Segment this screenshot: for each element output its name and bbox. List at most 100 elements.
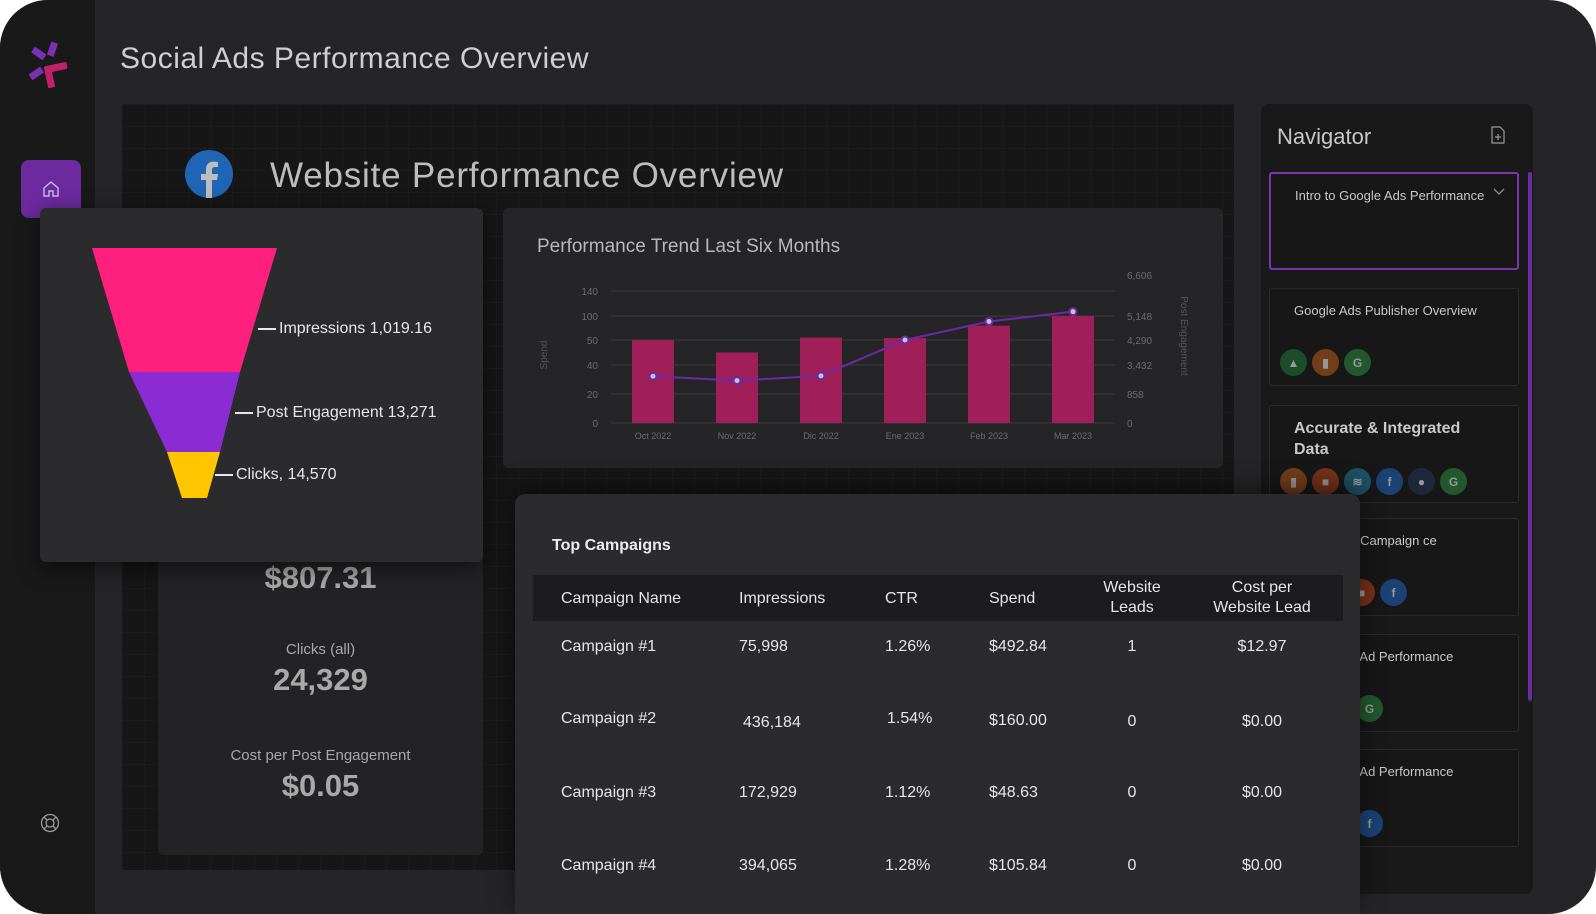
y2-tick-label: 4,290	[1127, 336, 1152, 347]
line-point[interactable]	[816, 371, 826, 381]
facebook-icon	[185, 150, 233, 198]
table-cell: 172,929	[739, 784, 797, 801]
table-cell: $160.00	[989, 712, 1047, 729]
y2-tick-label: 858	[1127, 390, 1144, 401]
column-header[interactable]: Spend	[989, 590, 1035, 608]
brand-logo-icon[interactable]	[26, 40, 76, 92]
table-cell: $12.97	[1237, 638, 1287, 655]
bar-spend[interactable]	[968, 325, 1010, 423]
performance-trend-card: Performance Trend Last Six Months 0 0 20 85…	[503, 208, 1223, 468]
kpi-label: Clicks (all)	[285, 641, 356, 658]
column-header[interactable]: Cost per Website Lead	[1213, 578, 1311, 618]
table-cell: 436,184	[743, 714, 801, 731]
table-cell: $0.00	[1241, 784, 1283, 801]
table-cell: Campaign #4	[561, 857, 657, 874]
funnel-label-impressions: Impressions 1,019.16	[258, 320, 432, 338]
table-cell: $48.63	[989, 784, 1038, 801]
table-cell: 0	[1127, 713, 1137, 730]
navigator-item-label: s Campaign ce	[1350, 533, 1437, 548]
navigator-item[interactable]: Accurate & Integrated Data ▮ ■ ≋ f ● G	[1269, 405, 1519, 503]
line-point[interactable]	[732, 376, 742, 386]
line-point[interactable]	[648, 371, 658, 381]
add-page-icon[interactable]	[1491, 126, 1505, 144]
table-cell: Campaign #3	[561, 784, 657, 801]
kpi-spend: $807.31	[158, 556, 483, 596]
source-icons: ▲ ▮ G	[1280, 349, 1371, 376]
kpi-value: 24,329	[273, 662, 368, 697]
line-point[interactable]	[984, 317, 994, 327]
column-header[interactable]: CTR	[885, 590, 918, 608]
x-tick-label: Dic 2022	[803, 431, 839, 441]
x-tick-label: Nov 2022	[718, 431, 757, 441]
table-cell: $0.00	[1241, 713, 1283, 730]
column-header[interactable]: Website Leads	[1103, 578, 1161, 618]
table-cell: Campaign #2	[561, 710, 657, 727]
google-ads-icon: ▲	[1280, 349, 1307, 376]
source-icons: f	[1356, 810, 1383, 837]
facebook-icon: f	[1380, 579, 1407, 606]
y2-axis-label: Post Engagement	[1178, 296, 1189, 376]
table-cell: 1.28%	[885, 857, 931, 874]
y2-tick-label: 5,148	[1127, 312, 1152, 323]
y-tick-label: 100	[581, 312, 598, 323]
line-point[interactable]	[1068, 307, 1078, 317]
funnel-chart-card: Impressions 1,019.16 Post Engagement 13,…	[40, 208, 483, 562]
navigator-scrollbar-thumb[interactable]	[1528, 172, 1532, 700]
table-cell: 75,998	[739, 638, 788, 655]
table-cell: Campaign #1	[561, 638, 657, 655]
kpi-clicks: Clicks (all) 24,329	[158, 641, 483, 698]
top-campaigns-card: Top Campaigns Campaign Name Impressions CT…	[515, 494, 1360, 914]
navigator-item-label: s Ad Performance	[1350, 649, 1454, 664]
facebook-icon: f	[1376, 468, 1403, 495]
navigator-item-label: s Ad Performance	[1350, 764, 1454, 779]
google-icon: G	[1356, 695, 1383, 722]
home-icon	[43, 181, 59, 197]
bar-spend[interactable]	[632, 340, 674, 423]
facebook-icon: f	[1356, 810, 1383, 837]
table-cell: 1.12%	[885, 784, 931, 801]
chevron-down-icon[interactable]	[1493, 188, 1505, 196]
y-tick-label: 50	[587, 336, 599, 347]
navigator-item-label: Intro to Google Ads Performance	[1295, 188, 1485, 203]
analytics-icon: ▮	[1280, 468, 1307, 495]
analytics-icon: ▮	[1312, 349, 1339, 376]
kpi-value: $807.31	[264, 560, 377, 595]
table-cell: 394,065	[739, 857, 797, 874]
column-header[interactable]: Impressions	[739, 590, 825, 608]
navigator-item-label: Accurate & Integrated Data	[1294, 420, 1461, 458]
table-cell: 1.26%	[885, 638, 931, 655]
bar-spend[interactable]	[716, 352, 758, 424]
lifebuoy-icon[interactable]	[40, 813, 60, 833]
performance-trend-chart: 0 0 20 858 40 3,432 50 4,290 100 5,148 140 6,606 Spe…	[539, 271, 1189, 441]
app-title: Social Ads Performance Overview	[120, 42, 590, 75]
y2-tick-label: 0	[1127, 419, 1133, 430]
navigator-item[interactable]: Google Ads Publisher Overview ▲ ▮ G	[1269, 288, 1519, 386]
line-point[interactable]	[900, 335, 910, 345]
column-header[interactable]: Campaign Name	[561, 590, 681, 608]
google-icon: G	[1344, 349, 1371, 376]
y-tick-label: 20	[587, 390, 599, 401]
kpi-card: $807.31 Clicks (all) 24,329 Cost per Pos…	[158, 520, 483, 855]
source-icons: ▮ ■ ≋ f ● G	[1280, 468, 1467, 495]
funnel-stage-clicks[interactable]	[167, 452, 220, 498]
table-cell: $0.00	[1241, 857, 1283, 874]
y2-tick-label: 3,432	[1127, 361, 1152, 372]
stack-icon: ≋	[1344, 468, 1371, 495]
bar-spend[interactable]	[884, 338, 926, 423]
page-title: Website Performance Overview	[270, 156, 784, 195]
navigator-item[interactable]: Intro to Google Ads Performance	[1269, 172, 1519, 270]
funnel-stage-impressions[interactable]	[92, 248, 277, 372]
x-tick-label: Mar 2023	[1054, 431, 1092, 441]
funnel-stage-post-engagement[interactable]	[129, 372, 240, 452]
y-tick-label: 40	[587, 361, 599, 372]
table-cell: 0	[1127, 784, 1137, 801]
x-tick-label: Oct 2022	[635, 431, 672, 441]
kpi-value: $0.05	[281, 768, 360, 803]
google-icon: G	[1440, 468, 1467, 495]
x-tick-label: Ene 2023	[886, 431, 925, 441]
table-title: Top Campaigns	[552, 537, 671, 554]
y-axis-label: Spend	[539, 341, 550, 370]
bar-spend[interactable]	[1052, 316, 1094, 423]
kpi-label: Cost per Post Engagement	[230, 747, 411, 764]
funnel-chart	[92, 248, 277, 498]
